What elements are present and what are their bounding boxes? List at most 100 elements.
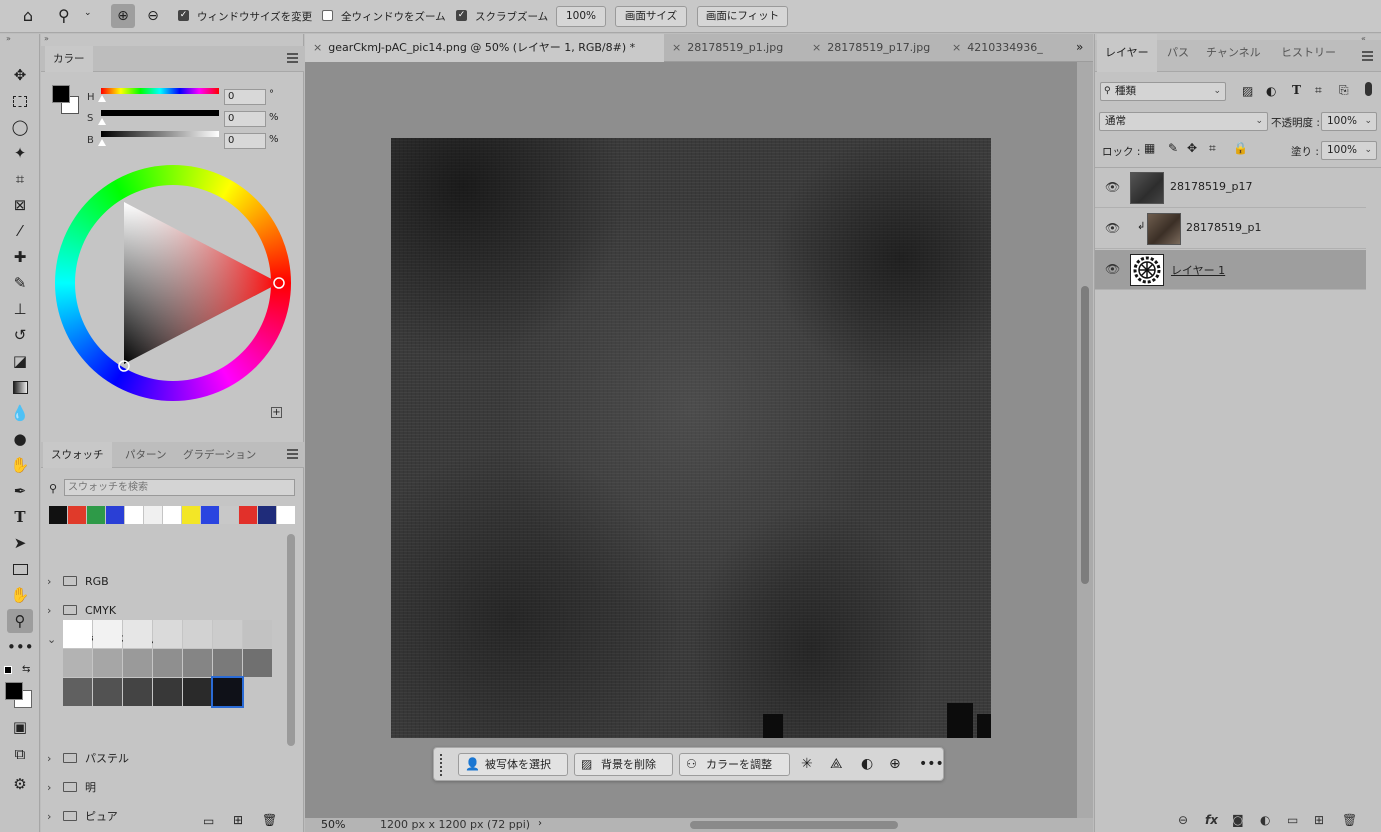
close-icon[interactable]: × xyxy=(952,41,961,54)
lock-artboard-icon[interactable]: ⌗ xyxy=(1209,141,1216,156)
tab-patterns[interactable]: パターン xyxy=(117,442,174,468)
swatch-folder[interactable]: › ピュア xyxy=(47,803,118,831)
share-icon[interactable]: ⚙ xyxy=(7,772,33,796)
tab-channels[interactable]: チャンネル xyxy=(1198,34,1269,72)
chevron-down-icon[interactable]: ⌄ xyxy=(84,8,92,18)
tab-history[interactable]: ヒストリー xyxy=(1273,34,1344,72)
swatch-folder[interactable]: › パステル xyxy=(47,745,129,773)
zoom-out-icon[interactable]: ⊖ xyxy=(141,4,165,28)
color-swatch[interactable] xyxy=(220,506,238,524)
lock-paint-icon[interactable]: ✎ xyxy=(1168,141,1178,155)
layer-filter-select[interactable]: ⚲ 種類 ⌄ xyxy=(1100,82,1226,101)
h-slider-handle[interactable] xyxy=(98,95,106,102)
layer-row[interactable]: 👁 28178519_p17 xyxy=(1095,168,1366,208)
close-icon[interactable]: × xyxy=(313,41,322,54)
gray-swatch[interactable] xyxy=(63,649,92,677)
more-tabs-icon[interactable]: » xyxy=(1076,40,1083,54)
layer-name[interactable]: 28178519_p17 xyxy=(1170,180,1252,193)
crop-tool-icon[interactable]: ⌗ xyxy=(7,167,33,191)
color-swatch[interactable] xyxy=(201,506,219,524)
chevron-right-icon[interactable]: › xyxy=(47,774,59,802)
s-value-field[interactable]: 0 xyxy=(224,111,266,127)
add-mask-icon[interactable]: ◙ xyxy=(1232,813,1244,827)
rectangle-tool-icon[interactable] xyxy=(7,557,33,581)
type-tool-icon[interactable]: T xyxy=(7,505,33,529)
filter-smart-object-icon[interactable]: ⎘ xyxy=(1339,83,1349,98)
b-slider[interactable] xyxy=(101,131,219,137)
layer-row[interactable]: 👁 レイヤー 1 xyxy=(1095,250,1366,290)
pen-tool-icon[interactable]: ✒ xyxy=(7,479,33,503)
new-group-icon[interactable]: ▭ xyxy=(1287,813,1298,827)
gray-swatch[interactable] xyxy=(123,649,152,677)
document-tab[interactable]: × 4210334936_ xyxy=(944,34,1066,62)
screen-mode-icon[interactable]: ⧉ xyxy=(7,742,33,766)
gray-swatch[interactable] xyxy=(213,620,242,648)
document-tab[interactable]: × 28178519_p1.jpg xyxy=(664,34,804,62)
swap-colors-icon[interactable]: ⇆ xyxy=(22,664,30,675)
gray-swatch[interactable] xyxy=(153,678,182,706)
gray-swatch[interactable] xyxy=(63,678,92,706)
tab-gradients[interactable]: グラデーション xyxy=(175,442,264,468)
chevron-right-icon[interactable]: › xyxy=(47,568,59,596)
fit-screen-button[interactable]: 画面サイズ xyxy=(615,6,687,27)
more-tools-icon[interactable]: ••• xyxy=(7,635,34,659)
fill-field[interactable]: 100% ⌄ xyxy=(1321,141,1377,160)
tab-layers[interactable]: レイヤー xyxy=(1097,34,1157,72)
delete-icon[interactable]: 🗑 xyxy=(262,813,277,827)
eye-icon[interactable]: 👁 xyxy=(1105,221,1120,235)
gray-swatch[interactable] xyxy=(183,649,212,677)
panel-menu-icon[interactable] xyxy=(287,449,298,459)
document-tab[interactable]: × 28178519_p17.jpg xyxy=(804,34,944,62)
layer-name[interactable]: レイヤー 1 xyxy=(1171,262,1225,278)
b-slider-handle[interactable] xyxy=(98,139,106,146)
transform-icon[interactable]: ⟁ xyxy=(830,755,843,773)
gray-swatch[interactable] xyxy=(93,620,122,648)
foreground-color-swatch[interactable] xyxy=(5,682,23,700)
color-swatch[interactable] xyxy=(68,506,86,524)
document-image[interactable] xyxy=(391,138,991,738)
more-options-icon[interactable]: ••• xyxy=(919,755,944,773)
document-info[interactable]: 1200 px x 1200 px (72 ppi) xyxy=(380,818,530,831)
opacity-field[interactable]: 100% ⌄ xyxy=(1321,112,1377,131)
panel-menu-icon[interactable] xyxy=(1362,51,1373,61)
filter-shape-icon[interactable]: ⌗ xyxy=(1315,83,1322,98)
eye-icon[interactable]: 👁 xyxy=(1105,262,1120,276)
gradient-tool-icon[interactable] xyxy=(7,375,33,399)
gray-swatch[interactable] xyxy=(211,676,244,708)
gray-swatch[interactable] xyxy=(213,649,242,677)
quick-mask-icon[interactable]: ▣ xyxy=(7,715,33,739)
color-swatch[interactable] xyxy=(182,506,200,524)
frame-tool-icon[interactable]: ⊠ xyxy=(7,193,33,217)
h-slider[interactable] xyxy=(101,88,219,94)
foreground-color-chip[interactable] xyxy=(52,85,70,103)
filter-adjustment-icon[interactable]: ◐ xyxy=(1266,84,1276,98)
collapse-icon[interactable]: » xyxy=(6,34,11,43)
magic-wand-icon[interactable]: ✦ xyxy=(7,141,33,165)
dodge-tool-icon[interactable]: ● xyxy=(7,427,33,451)
h-value-field[interactable]: 0 xyxy=(224,89,266,105)
color-swatch[interactable] xyxy=(125,506,143,524)
swatch-folder[interactable]: › 明 xyxy=(47,774,96,802)
swatch-scrollbar[interactable] xyxy=(287,534,295,746)
tab-paths[interactable]: パス xyxy=(1159,34,1197,72)
delete-layer-icon[interactable]: 🗑 xyxy=(1342,813,1357,827)
chevron-right-icon[interactable]: › xyxy=(47,745,59,773)
home-icon[interactable]: ⌂ xyxy=(18,6,38,26)
link-layers-icon[interactable]: ⊖ xyxy=(1178,813,1188,827)
eraser-tool-icon[interactable]: ◪ xyxy=(7,349,33,373)
adjust-color-button[interactable]: ⚇ カラーを調整 xyxy=(679,753,790,776)
gray-swatch[interactable] xyxy=(153,620,182,648)
healing-brush-icon[interactable]: ✚ xyxy=(7,245,33,269)
drag-handle-icon[interactable] xyxy=(440,754,444,776)
filter-pixel-icon[interactable]: ▨ xyxy=(1242,84,1253,98)
lock-transparent-icon[interactable]: ▦ xyxy=(1144,141,1155,155)
lock-position-icon[interactable]: ✥ xyxy=(1187,141,1197,155)
gray-swatch[interactable] xyxy=(183,620,212,648)
zoom-in-icon[interactable]: ⊕ xyxy=(111,4,135,28)
zoom-level[interactable]: 50% xyxy=(321,818,345,831)
fx-icon[interactable]: fx xyxy=(1205,813,1218,827)
remove-background-button[interactable]: ▨ 背景を削除 xyxy=(574,753,673,776)
eye-icon[interactable]: 👁 xyxy=(1105,180,1120,194)
zoom-tool-icon[interactable]: ⚲ xyxy=(7,609,33,633)
color-triangle[interactable] xyxy=(55,165,291,401)
